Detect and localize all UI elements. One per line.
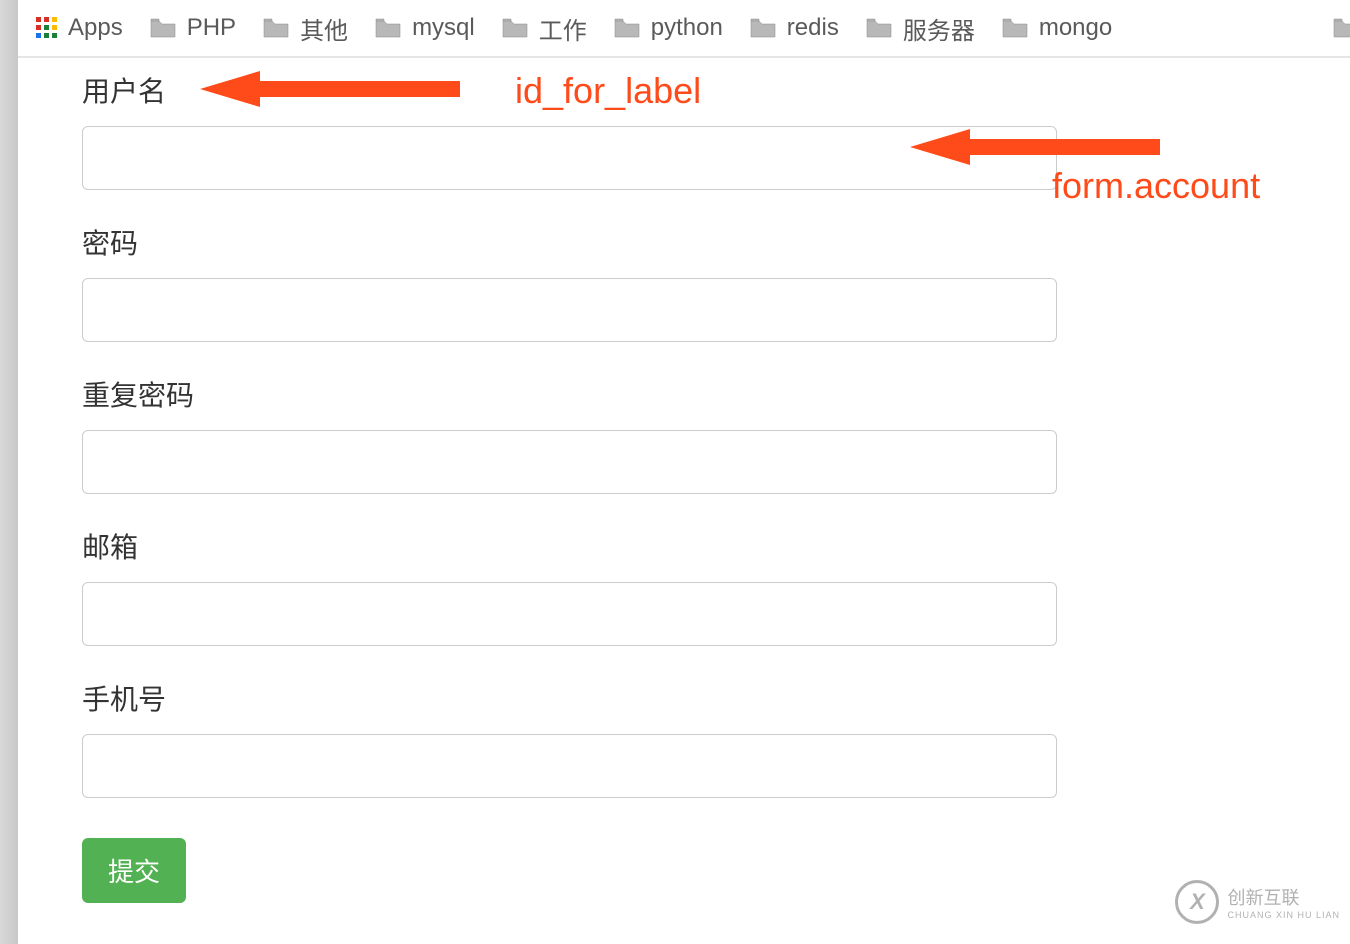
bookmark-folder-server[interactable]: 服务器 — [865, 11, 975, 46]
form-group-email: 邮箱 — [82, 526, 1350, 646]
left-window-edge — [0, 0, 18, 944]
bookmark-label: 服务器 — [903, 11, 975, 46]
folder-icon — [1001, 17, 1029, 39]
folder-icon — [749, 17, 777, 39]
input-username[interactable] — [82, 126, 1057, 190]
input-password[interactable] — [82, 278, 1057, 342]
folder-icon — [1332, 17, 1350, 39]
form-container: 用户名 密码 重复密码 邮箱 手机号 提交 — [82, 70, 1350, 903]
label-repeat-password: 重复密码 — [82, 374, 1350, 414]
bookmarks-bar: Apps PHP 其他 mysql 工作 python redi — [18, 0, 1350, 58]
input-email[interactable] — [82, 582, 1057, 646]
form-group-phone: 手机号 — [82, 678, 1350, 798]
form-group-repeat-password: 重复密码 — [82, 374, 1350, 494]
input-phone[interactable] — [82, 734, 1057, 798]
bookmark-label: 工作 — [539, 11, 587, 46]
label-password: 密码 — [82, 222, 1350, 262]
bookmark-folder-python[interactable]: python — [613, 14, 723, 42]
form-group-username: 用户名 — [82, 70, 1350, 190]
apps-grid-icon — [36, 17, 58, 39]
input-repeat-password[interactable] — [82, 430, 1057, 494]
label-phone: 手机号 — [82, 678, 1350, 718]
watermark-text: 创新互联 CHUANG XIN HU LIAN — [1227, 884, 1340, 920]
bookmark-folder-mongo[interactable]: mongo — [1001, 14, 1112, 42]
bookmark-folder-mysql[interactable]: mysql — [374, 14, 475, 42]
bookmark-label: PHP — [187, 14, 236, 42]
folder-icon — [613, 17, 641, 39]
folder-icon — [374, 17, 402, 39]
bookmark-folder-redis[interactable]: redis — [749, 14, 839, 42]
label-username: 用户名 — [82, 70, 1350, 110]
folder-icon — [501, 17, 529, 39]
bookmark-folder-work[interactable]: 工作 — [501, 11, 587, 46]
apps-shortcut[interactable]: Apps — [36, 14, 123, 42]
submit-button[interactable]: 提交 — [82, 838, 186, 903]
folder-icon — [262, 17, 290, 39]
bookmark-label: 其他 — [300, 11, 348, 46]
label-email: 邮箱 — [82, 526, 1350, 566]
bookmark-label: python — [651, 14, 723, 42]
watermark-logo-icon: X — [1175, 880, 1219, 924]
bookmark-folder-overflow[interactable] — [1332, 17, 1350, 39]
watermark-sub: CHUANG XIN HU LIAN — [1227, 910, 1340, 920]
bookmark-folder-other[interactable]: 其他 — [262, 11, 348, 46]
watermark-main: 创新互联 — [1227, 884, 1340, 910]
bookmark-folder-php[interactable]: PHP — [149, 14, 236, 42]
form-group-password: 密码 — [82, 222, 1350, 342]
bookmark-label: mongo — [1039, 14, 1112, 42]
watermark: X 创新互联 CHUANG XIN HU LIAN — [1175, 880, 1340, 924]
bookmark-label: mysql — [412, 14, 475, 42]
folder-icon — [149, 17, 177, 39]
bookmark-label: redis — [787, 14, 839, 42]
apps-label: Apps — [68, 14, 123, 42]
folder-icon — [865, 17, 893, 39]
